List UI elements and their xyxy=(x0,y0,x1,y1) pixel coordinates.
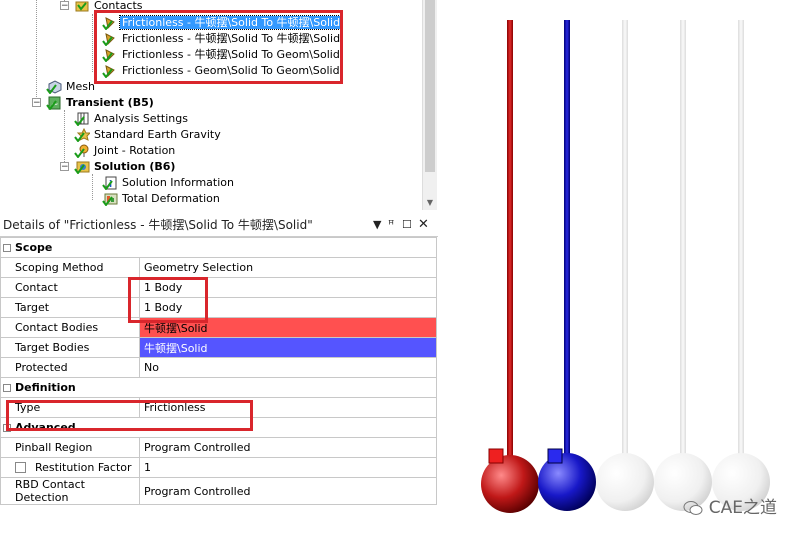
close-icon[interactable]: ✕ xyxy=(418,214,429,236)
mesh-icon xyxy=(46,80,62,95)
highlight-box-type xyxy=(6,400,253,431)
details-grid: Scope Scoping Method Geometry Selection … xyxy=(0,237,437,505)
tree-node-mesh[interactable]: Mesh xyxy=(46,79,97,95)
row-target[interactable]: Target 1 Body xyxy=(0,297,437,318)
tree-label: Solution (B6) xyxy=(94,160,176,173)
property-name: Target Bodies xyxy=(0,337,140,358)
property-value[interactable]: No xyxy=(139,357,437,378)
property-name: Contact Bodies xyxy=(0,317,140,338)
tree-connector xyxy=(36,0,37,105)
rod-blue[interactable] xyxy=(564,20,570,458)
tree-node-joint[interactable]: Joint - Rotation xyxy=(74,143,177,159)
transient-icon: ~ xyxy=(46,96,62,111)
highlight-box-body xyxy=(128,277,208,323)
parameter-checkbox[interactable] xyxy=(15,462,26,473)
chat-icon xyxy=(683,500,703,516)
details-title: Details of "Frictionless - 牛顿摆\Solid To … xyxy=(3,218,313,232)
pendulum-model[interactable] xyxy=(440,0,803,542)
tree-label: Standard Earth Gravity xyxy=(94,128,221,141)
scroll-down-icon[interactable]: ▼ xyxy=(425,198,435,208)
property-name: RBD Contact Detection xyxy=(0,477,140,505)
gravity-icon xyxy=(74,127,92,143)
folder-icon xyxy=(74,0,90,13)
tree-connector xyxy=(92,14,93,72)
tree-label: Joint - Rotation xyxy=(94,144,176,157)
collapse-toggle[interactable] xyxy=(3,244,11,252)
tree-node-total-deformation[interactable]: Total Deformation xyxy=(102,191,222,207)
rod-white-3[interactable] xyxy=(738,20,744,458)
tree-node-analysis-settings[interactable]: Analysis Settings xyxy=(74,111,190,127)
row-restitution[interactable]: Restitution Factor 1 xyxy=(0,457,437,478)
pin-icon[interactable]: ꟸ xyxy=(388,214,394,236)
row-target-bodies[interactable]: Target Bodies 牛顿摆\Solid xyxy=(0,337,437,358)
ball-blue[interactable] xyxy=(538,453,596,511)
dropdown-arrow-icon[interactable]: ▼ xyxy=(373,214,381,236)
section-label: Scope xyxy=(15,241,53,254)
rod-white-1[interactable] xyxy=(622,20,628,458)
tree-label: Transient (B5) xyxy=(66,96,154,109)
ball-white-1[interactable] xyxy=(596,453,654,511)
property-name: Contact xyxy=(0,277,140,298)
collapse-toggle[interactable]: − xyxy=(32,98,41,108)
outline-tree[interactable]: − Contacts Frictionless - 牛顿摆\Solid To 牛… xyxy=(0,0,422,210)
contact-marker xyxy=(488,448,504,464)
scroll-thumb[interactable] xyxy=(425,0,435,172)
tree-label: Mesh xyxy=(66,80,95,93)
property-name: Scoping Method xyxy=(0,257,140,278)
tree-node-solution-info[interactable]: i Solution Information xyxy=(102,175,236,191)
rod-red[interactable] xyxy=(507,20,513,460)
deformation-icon xyxy=(102,192,118,207)
watermark: CAE之道 xyxy=(683,493,777,518)
tree-connector xyxy=(64,110,65,168)
solution-icon xyxy=(74,160,90,175)
section-definition[interactable]: Definition xyxy=(0,377,437,398)
details-panel-header: Details of "Frictionless - 牛顿摆\Solid To … xyxy=(0,214,438,237)
rod-white-2[interactable] xyxy=(680,20,686,458)
row-pinball[interactable]: Pinball Region Program Controlled xyxy=(0,437,437,458)
section-label: Definition xyxy=(15,381,76,394)
row-protected[interactable]: Protected No xyxy=(0,357,437,378)
tree-connector xyxy=(92,174,93,200)
property-value[interactable]: 1 xyxy=(139,457,437,478)
tree-label: Solution Information xyxy=(122,176,234,189)
highlight-box-contacts xyxy=(94,10,343,84)
property-value[interactable]: Geometry Selection xyxy=(139,257,437,278)
maximize-icon[interactable]: ☐ xyxy=(402,214,412,236)
ball-red[interactable] xyxy=(481,455,539,513)
row-rbd[interactable]: RBD Contact Detection Program Controlled xyxy=(0,477,437,505)
collapse-toggle[interactable]: − xyxy=(60,1,69,11)
watermark-text: CAE之道 xyxy=(708,498,777,518)
tree-label: Total Deformation xyxy=(122,192,220,205)
collapse-toggle[interactable]: − xyxy=(60,162,69,172)
left-pane: − Contacts Frictionless - 牛顿摆\Solid To 牛… xyxy=(0,0,440,542)
property-value[interactable]: Program Controlled xyxy=(139,437,437,458)
property-name: Pinball Region xyxy=(0,437,140,458)
tree-label: Analysis Settings xyxy=(94,112,188,125)
analysis-settings-icon xyxy=(74,112,90,127)
property-name: Protected xyxy=(0,357,140,378)
property-name: Restitution Factor xyxy=(35,461,132,474)
property-value[interactable]: 牛顿摆\Solid xyxy=(139,337,437,358)
graphics-viewport[interactable]: CAE之道 xyxy=(440,0,803,542)
collapse-toggle[interactable] xyxy=(3,384,11,392)
row-contact-bodies[interactable]: Contact Bodies 牛顿摆\Solid xyxy=(0,317,437,338)
property-name: Target xyxy=(0,297,140,318)
row-contact[interactable]: Contact 1 Body xyxy=(0,277,437,298)
tree-node-gravity[interactable]: Standard Earth Gravity xyxy=(74,127,223,143)
solution-info-icon: i xyxy=(102,176,118,191)
target-marker xyxy=(547,448,563,464)
joint-icon xyxy=(74,144,90,159)
section-scope[interactable]: Scope xyxy=(0,237,437,258)
property-value[interactable]: Program Controlled xyxy=(139,477,437,505)
tree-scrollbar[interactable]: ▼ xyxy=(422,0,437,210)
row-scoping-method[interactable]: Scoping Method Geometry Selection xyxy=(0,257,437,278)
